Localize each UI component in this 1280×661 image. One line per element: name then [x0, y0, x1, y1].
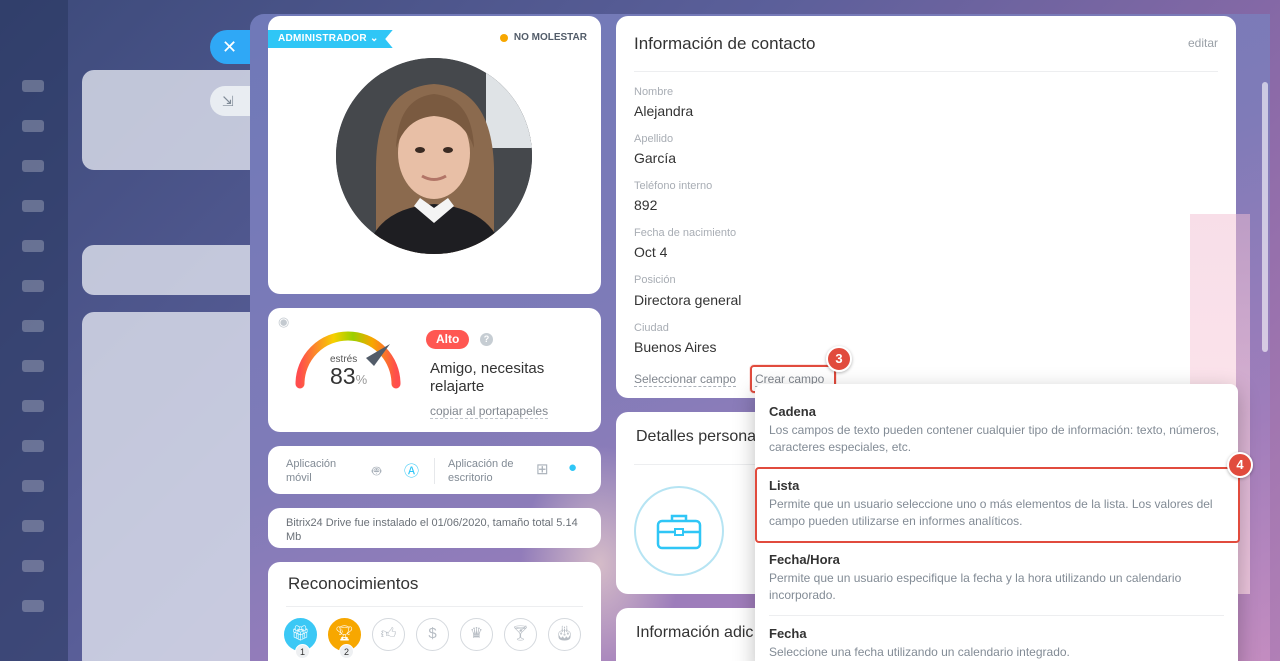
- crown-icon[interactable]: ♛: [460, 618, 493, 651]
- close-slider-button[interactable]: ✕: [210, 30, 252, 64]
- lista-option-highlight: [755, 467, 1240, 543]
- gift-icon[interactable]: 🎁︎ 1: [284, 618, 317, 659]
- divider: [634, 71, 1218, 72]
- desktop-app-label: Aplicación de escritorio: [448, 458, 514, 484]
- field-label: Ciudad: [634, 322, 669, 334]
- status-dot-icon: [499, 33, 508, 42]
- stress-card: ◉ estrés 83% Alto ? Amigo, necesitas rel…: [268, 308, 601, 432]
- trophy-icon[interactable]: 🏆︎ 2: [328, 618, 361, 659]
- apple-icon[interactable]: ●: [568, 459, 577, 476]
- eye-icon[interactable]: ◉: [278, 314, 289, 330]
- field-type-description: Seleccione una fecha utilizando un calen…: [769, 645, 1070, 659]
- help-icon[interactable]: ?: [480, 333, 493, 346]
- field-value: Oct 4: [634, 244, 668, 260]
- profile-photo-card: ADMINISTRADOR ⌄ NO MOLESTAR: [268, 16, 601, 294]
- recognitions-title: Reconocimientos: [288, 574, 419, 593]
- divider: [769, 615, 1224, 616]
- field-type-title: Fecha: [769, 626, 807, 641]
- stress-level-badge: Alto: [426, 330, 470, 349]
- stress-value: 83%: [330, 363, 367, 390]
- stress-number: 83: [330, 363, 356, 389]
- field-value: Alejandra: [634, 103, 694, 119]
- field-type-title: Fecha/Hora: [769, 552, 840, 567]
- field-value: 892: [634, 197, 658, 213]
- mobile-app-label: Aplicación móvil: [286, 458, 337, 484]
- money-bag-icon[interactable]: $: [416, 618, 449, 651]
- additional-info-title: Información adic: [636, 624, 754, 641]
- role-badge[interactable]: ADMINISTRADOR ⌄: [268, 30, 393, 48]
- field-value: García: [634, 150, 677, 166]
- field-type-title: Cadena: [769, 404, 816, 419]
- step-marker: 4: [1227, 452, 1253, 478]
- field-type-option[interactable]: Cadena Los campos de texto pueden conten…: [755, 404, 1238, 456]
- field-label: Nombre: [634, 86, 674, 98]
- minimize-slider-button[interactable]: ⇲: [210, 86, 252, 116]
- briefcase-icon: [634, 486, 724, 576]
- scrollbar[interactable]: [1262, 82, 1268, 352]
- field-label: Apellido: [634, 133, 674, 145]
- step-marker: 3: [826, 346, 852, 372]
- role-label: ADMINISTRADOR: [278, 33, 367, 44]
- field-label: Posición: [634, 274, 676, 286]
- cake-icon[interactable]: 🎂︎: [548, 618, 581, 651]
- badge-count: 1: [295, 644, 310, 659]
- contact-info-card: Información de contacto editar Nombre Al…: [616, 16, 1236, 398]
- personal-details-title: Detalles persona: [636, 428, 757, 445]
- chevron-down-icon: ⌄: [370, 33, 379, 44]
- copy-to-clipboard-link[interactable]: copiar al portapapeles: [430, 404, 549, 419]
- field-value: Buenos Aires: [634, 339, 717, 355]
- field-type-description: Permite que un usuario especifique la fe…: [769, 571, 1182, 602]
- apps-card: Aplicación móvil 🤖︎ Ⓐ Aplicación de escr…: [268, 446, 601, 494]
- background-sidebar: [0, 0, 68, 661]
- recognitions-card: Reconocimientos 🎁︎ 1 🏆︎ 2 👍︎ $ ♛ 🍸︎ 🎂︎: [268, 562, 601, 661]
- divider: [286, 606, 583, 607]
- field-type-option[interactable]: Fecha Seleccione una fecha utilizando un…: [755, 626, 1238, 661]
- thumbs-up-icon[interactable]: 👍︎: [372, 618, 405, 651]
- status-indicator: NO MOLESTAR: [499, 32, 587, 43]
- field-type-description: Los campos de texto pueden contener cual…: [769, 423, 1220, 454]
- drive-note: Bitrix24 Drive fue instalado el 01/06/20…: [286, 517, 578, 543]
- field-label: Teléfono interno: [634, 180, 713, 192]
- drive-card: Bitrix24 Drive fue instalado el 01/06/20…: [268, 508, 601, 548]
- field-value: Directora general: [634, 292, 742, 308]
- android-icon[interactable]: 🤖︎: [372, 461, 381, 482]
- select-field-link[interactable]: Seleccionar campo: [634, 372, 737, 387]
- app-store-icon[interactable]: Ⓐ: [404, 460, 419, 481]
- badge-count: 2: [339, 644, 354, 659]
- close-icon: ✕: [222, 37, 238, 57]
- stress-unit: %: [355, 372, 368, 387]
- status-label: NO MOLESTAR: [513, 32, 587, 43]
- edit-link[interactable]: editar: [1188, 36, 1218, 50]
- background-card: [82, 70, 262, 170]
- windows-icon[interactable]: ⊞: [536, 460, 549, 478]
- background-card: [82, 245, 262, 295]
- field-type-option[interactable]: Fecha/Hora Permite que un usuario especi…: [755, 552, 1238, 604]
- avatar[interactable]: [336, 58, 532, 254]
- field-label: Fecha de nacimiento: [634, 227, 737, 239]
- divider: [434, 458, 435, 484]
- collapse-icon: ⇲: [222, 93, 234, 109]
- contact-info-title: Información de contacto: [634, 34, 816, 53]
- stress-message: Amigo, necesitas relajarte: [430, 360, 545, 395]
- background-card: [82, 312, 262, 661]
- cocktail-icon[interactable]: 🍸︎: [504, 618, 537, 651]
